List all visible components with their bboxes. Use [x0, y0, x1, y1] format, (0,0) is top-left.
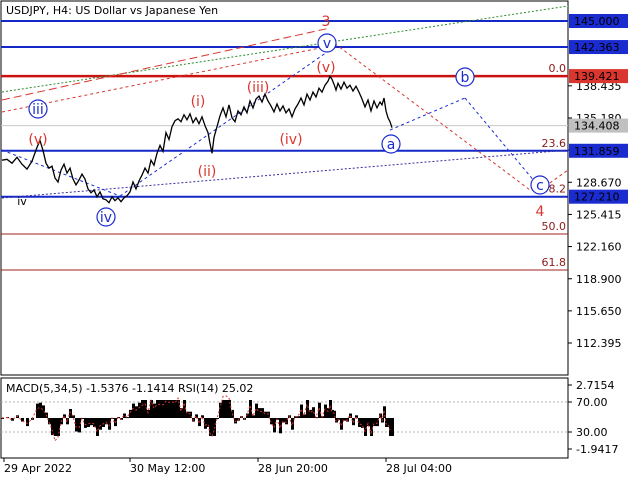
fib-level-label: 50.0: [542, 220, 567, 233]
price-tick-label: 118.900: [576, 273, 622, 286]
fib-level-label: 23.6: [542, 137, 567, 150]
price-tick-label: 128.670: [576, 176, 622, 189]
macd-bar: [99, 418, 102, 430]
macd-bar: [159, 400, 162, 418]
wave-label-red: (iii): [247, 80, 270, 96]
macd-bar: [204, 418, 207, 429]
symbol-title: USDJPY, H4: US Dollar vs Japanese Yen: [6, 4, 218, 17]
indicator-tick-label: 2.7154: [576, 379, 615, 392]
wave-label-blue: b: [461, 70, 470, 86]
wave-label-blue: iv: [100, 210, 112, 226]
macd-bar: [249, 400, 252, 418]
price-tick-label: 122.160: [576, 241, 622, 254]
macd-bar: [364, 418, 367, 436]
indicator-series: [1, 395, 568, 442]
macd-bar: [391, 418, 394, 436]
macd-bar: [222, 400, 225, 418]
macd-bar: [324, 404, 327, 418]
trend-lines: [1, 5, 569, 199]
macd-bar: [141, 400, 144, 418]
macd-bar: [69, 409, 72, 418]
wave-label-red: (iv): [279, 132, 302, 148]
wave-label-red: (i): [191, 94, 206, 110]
time-tick-label: 28 Jun 20:00: [258, 462, 328, 475]
blue-projection-line-2: [464, 97, 541, 189]
purple-channel-line: [1, 149, 569, 199]
indicator-tick-label: 30.00: [576, 426, 608, 439]
price-tick-label: 112.395: [576, 337, 622, 350]
price-level-tag-label: 131.859: [574, 145, 620, 158]
main-chart-frame: [0, 0, 569, 376]
macd-bar: [87, 418, 90, 427]
macd-bar: [370, 418, 373, 436]
macd-bar: [138, 402, 141, 418]
wave-label-gray: iv: [17, 195, 27, 208]
price-level-tag-label: 142.363: [574, 41, 620, 54]
wave-label-red: 4: [536, 204, 545, 220]
price-axis: 138.435135.180131.925128.670125.415122.1…: [568, 14, 628, 350]
chart-canvas[interactable]: USDJPY, H4: US Dollar vs Japanese Yen MA…: [0, 0, 640, 480]
price-tick-label: 115.650: [576, 305, 622, 318]
macd-bar: [96, 418, 99, 436]
macd-bar: [75, 418, 78, 432]
blue-wave-line-2: [119, 49, 331, 197]
macd-bar: [165, 400, 168, 418]
macd-bar: [84, 418, 87, 428]
macd-bar: [108, 418, 111, 430]
macd-bar: [162, 400, 165, 418]
fib-level-label: 0.0: [549, 62, 567, 75]
macd-bar: [225, 400, 228, 418]
macd-bar: [102, 418, 105, 427]
macd-bar: [258, 408, 261, 418]
macd-bar: [150, 400, 153, 418]
green-trend-line: [1, 5, 569, 93]
wave-label-red: (v): [316, 60, 335, 76]
macd-bar: [93, 418, 96, 427]
macd-bar: [135, 406, 138, 418]
macd-bar: [51, 418, 54, 436]
indicator-tick-label: 70.00: [576, 396, 608, 409]
time-axis: 29 Apr 2022 30 May 12:00 28 Jun 20:00 28 Ju…: [3, 458, 452, 475]
macd-bar: [54, 418, 57, 436]
wave-labels: 3 (i) (ii) (iii) (iv) (v) (v) 4 iii iv v a b c iv: [17, 14, 550, 227]
indicator-tick-label: -1.9417: [576, 443, 618, 456]
red-projection-line: [329, 39, 531, 191]
macd-bar: [177, 400, 180, 418]
price-level-tag-label: 145.000: [574, 15, 620, 28]
macd-bar: [264, 411, 267, 418]
macd-bar: [306, 400, 309, 418]
time-tick-label: 28 Jul 04:00: [386, 462, 452, 475]
macd-bar: [273, 418, 276, 433]
macd-bar: [36, 403, 39, 418]
wave-label-blue: v: [323, 36, 331, 52]
wave-label-blue: a: [387, 137, 396, 153]
price-level-tag-label: 127.210: [574, 191, 620, 204]
time-tick-label: 29 Apr 2022: [4, 462, 72, 475]
red-channel-line-2: [1, 45, 331, 113]
price-tick-label: 125.415: [576, 208, 622, 221]
wave-label-blue: c: [536, 178, 544, 194]
macd-bar: [156, 400, 159, 418]
wave-label-red: (v): [28, 132, 47, 148]
chart-window: USDJPY, H4: US Dollar vs Japanese Yen MA…: [0, 0, 640, 480]
time-tick-label: 30 May 12:00: [130, 462, 205, 475]
macd-bar: [90, 418, 93, 426]
red-channel-line-1: [1, 27, 331, 101]
wave-label-red: (ii): [198, 164, 217, 180]
macd-bar: [132, 403, 135, 418]
macd-bar: [39, 402, 42, 418]
macd-bar: [297, 416, 300, 418]
macd-bar: [78, 418, 81, 433]
indicator-title: MACD(5,34,5) -1.5376 -1.1414 RSI(14) 25.…: [6, 382, 253, 395]
macd-bar: [147, 409, 150, 418]
price-level-tag-label: 139.421: [574, 70, 620, 83]
fib-level-label: 61.8: [542, 256, 567, 269]
macd-bar: [174, 400, 177, 418]
wave-label-red: 3: [322, 14, 331, 30]
macd-bar: [26, 418, 29, 427]
wave-label-blue: iii: [32, 102, 44, 118]
indicator-axis: 2.7154 70.00 30.00 -1.9417: [568, 379, 618, 456]
price-level-tag-label: 134.408: [574, 120, 620, 133]
